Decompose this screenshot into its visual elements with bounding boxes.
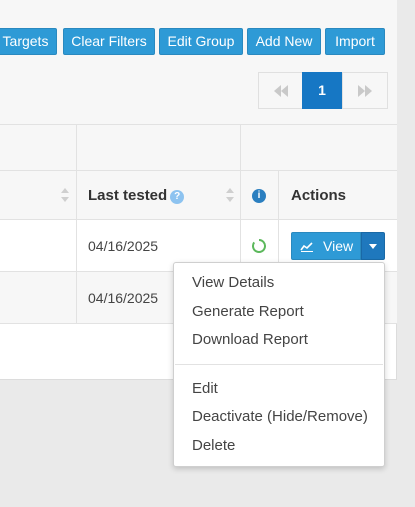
column-divider xyxy=(76,125,77,170)
pagination-page-current[interactable]: 1 xyxy=(302,72,342,109)
column-header-last-tested[interactable]: Last tested? xyxy=(88,171,185,220)
cell-last-tested: 04/16/2025 xyxy=(88,238,159,254)
menu-item-edit[interactable]: Edit xyxy=(192,380,218,397)
menu-item-delete[interactable]: Delete xyxy=(192,437,235,454)
cell-last-tested: 04/16/2025 xyxy=(88,290,159,306)
column-divider xyxy=(76,272,77,323)
column-divider xyxy=(240,171,241,219)
edit-group-button[interactable]: Edit Group xyxy=(159,28,243,55)
status-spinner-icon xyxy=(252,239,266,253)
column-divider xyxy=(278,171,279,219)
menu-item-download-report[interactable]: Download Report xyxy=(192,331,308,348)
help-icon[interactable]: ? xyxy=(170,190,185,204)
chart-icon xyxy=(300,242,313,252)
menu-item-generate-report[interactable]: Generate Report xyxy=(192,303,304,320)
pagination-last-button[interactable] xyxy=(342,72,388,109)
column-divider xyxy=(76,171,77,219)
pagination-first-button[interactable] xyxy=(258,72,303,109)
info-icon[interactable]: i xyxy=(252,189,266,203)
view-dropdown-toggle[interactable] xyxy=(361,232,385,260)
column-header-label: Last tested xyxy=(88,187,168,204)
view-button-label: View xyxy=(323,238,354,254)
view-button[interactable]: View xyxy=(291,232,361,260)
table-header-row: Last tested? i Actions xyxy=(0,171,397,220)
clear-filters-button[interactable]: Clear Filters xyxy=(63,28,155,55)
sort-icon[interactable] xyxy=(226,188,234,202)
caret-down-icon xyxy=(369,244,377,249)
menu-item-view-details[interactable]: View Details xyxy=(192,274,274,291)
double-chevron-left-icon xyxy=(273,84,288,97)
column-header-actions: Actions xyxy=(291,187,347,204)
column-divider xyxy=(240,125,241,170)
menu-divider xyxy=(175,364,383,365)
column-divider xyxy=(76,220,77,271)
targets-button[interactable]: Targets xyxy=(0,28,57,55)
column-group-row xyxy=(0,125,397,171)
double-chevron-right-icon xyxy=(358,84,372,97)
sort-icon[interactable] xyxy=(61,188,69,202)
menu-item-deactivate[interactable]: Deactivate (Hide/Remove) xyxy=(192,408,368,425)
import-button[interactable]: Import xyxy=(325,28,385,55)
actions-dropdown-menu: View Details Generate Report Download Re… xyxy=(173,262,385,467)
add-new-button[interactable]: Add New xyxy=(247,28,321,55)
toolbar: Targets Clear Filters Edit Group Add New… xyxy=(0,0,397,125)
